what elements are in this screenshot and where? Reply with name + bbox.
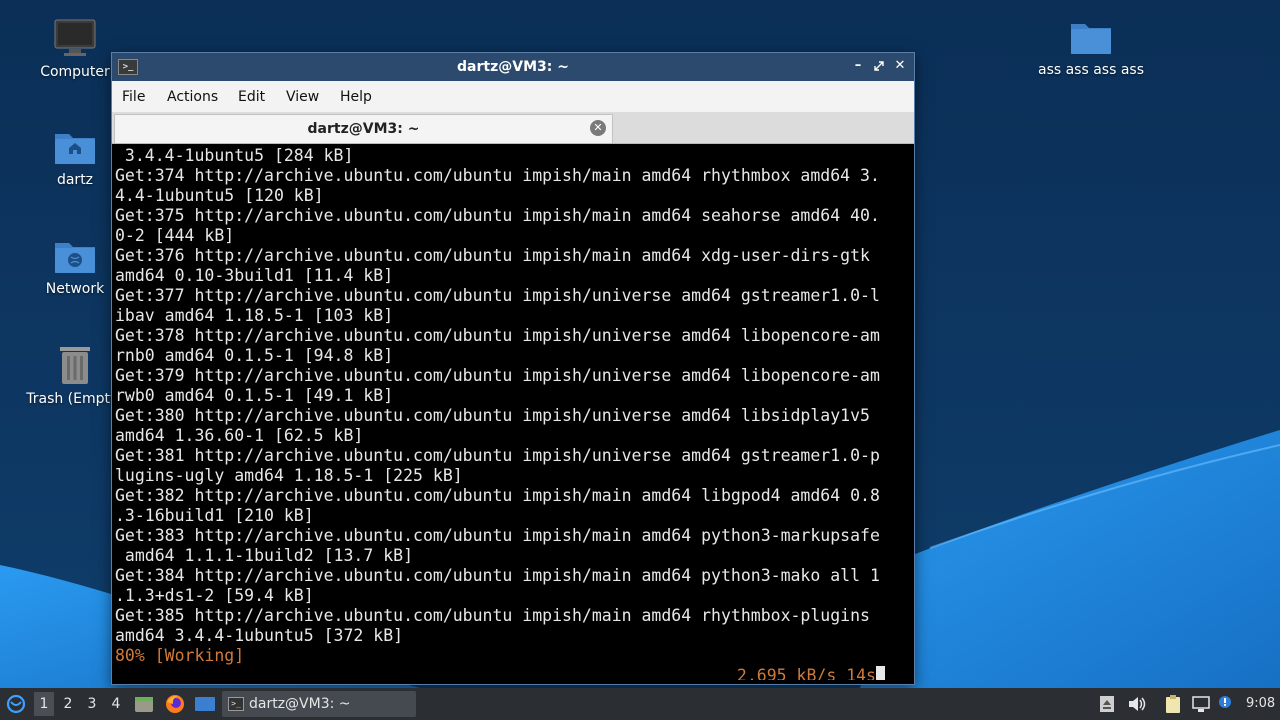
terminal-line: 4.4-1ubuntu5 [120 kB] xyxy=(115,186,324,205)
terminal-line: rnb0 amd64 0.1.5-1 [94.8 kB] xyxy=(115,346,394,365)
close-button[interactable]: ✕ xyxy=(892,58,908,74)
taskbar: 1 2 3 4 >_ dartz@VM3: ~ 9:08 xyxy=(0,688,1280,720)
terminal-line: Get:381 http://archive.ubuntu.com/ubuntu… xyxy=(115,446,880,465)
show-desktop-icon[interactable] xyxy=(194,694,216,714)
menu-view[interactable]: View xyxy=(286,89,319,105)
firefox-launcher-icon[interactable] xyxy=(164,693,186,715)
minimize-button[interactable]: – xyxy=(850,58,866,74)
terminal-line: Get:375 http://archive.ubuntu.com/ubuntu… xyxy=(115,206,880,225)
clock[interactable]: 9:08 xyxy=(1246,696,1275,711)
tab-label: dartz@VM3: ~ xyxy=(307,121,420,137)
clipboard-icon[interactable] xyxy=(1163,694,1183,714)
window-titlebar[interactable]: >_ dartz@VM3: ~ – ✕ xyxy=(112,53,914,81)
volume-icon[interactable] xyxy=(1127,694,1147,714)
terminal-line: amd64 3.4.4-1ubuntu5 [372 kB] xyxy=(115,626,404,645)
maximize-icon xyxy=(874,61,884,71)
terminal-line: Get:384 http://archive.ubuntu.com/ubuntu… xyxy=(115,566,880,585)
menu-file[interactable]: File xyxy=(122,89,145,105)
taskbar-task-label: dartz@VM3: ~ xyxy=(249,696,351,712)
taskbar-task-terminal[interactable]: >_ dartz@VM3: ~ xyxy=(222,691,416,717)
start-menu-icon[interactable] xyxy=(5,694,27,714)
folder-icon xyxy=(1071,24,1111,54)
terminal-line: .3-16build1 [210 kB] xyxy=(115,506,314,525)
network-folder-icon xyxy=(55,243,95,273)
progress-status: 80% [Working] xyxy=(115,646,245,665)
terminal-line: Get:378 http://archive.ubuntu.com/ubuntu… xyxy=(115,326,880,345)
tab-close-icon[interactable]: ✕ xyxy=(590,120,606,136)
terminal-line: Get:376 http://archive.ubuntu.com/ubuntu… xyxy=(115,246,870,265)
terminal-line: Get:382 http://archive.ubuntu.com/ubuntu… xyxy=(115,486,880,505)
transfer-rate-wrap: 2,695 kB/s 14s xyxy=(677,646,885,680)
terminal-line: lugins-ugly amd64 1.18.5-1 [225 kB] xyxy=(115,466,463,485)
desktop-icon-label: dartz xyxy=(56,172,94,188)
home-folder-icon xyxy=(55,134,95,164)
terminal-cursor xyxy=(876,666,885,680)
menu-bar: File Actions Edit View Help xyxy=(112,81,914,112)
eject-icon[interactable] xyxy=(1099,694,1115,714)
desktop-icon-folder[interactable]: ass ass ass ass xyxy=(1036,18,1146,78)
terminal-line: amd64 0.10-3build1 [11.4 kB] xyxy=(115,266,394,285)
terminal-line: rwb0 amd64 0.1.5-1 [49.1 kB] xyxy=(115,386,394,405)
window-title: dartz@VM3: ~ xyxy=(457,59,569,75)
desktop-icon-label: Computer xyxy=(40,64,110,80)
terminal-line: ibav amd64 1.18.5-1 [103 kB] xyxy=(115,306,394,325)
tab-terminal[interactable]: dartz@VM3: ~ ✕ xyxy=(114,114,613,143)
workspace-2[interactable]: 2 xyxy=(58,696,78,712)
file-manager-launcher-icon[interactable] xyxy=(134,694,154,714)
update-notification-icon[interactable] xyxy=(1216,694,1234,714)
terminal-line: 3.4.4-1ubuntu5 [284 kB] xyxy=(115,146,354,165)
desktop-icon-label: ass ass ass ass xyxy=(1037,62,1145,78)
terminal-window: >_ dartz@VM3: ~ – ✕ File Actions Edit Vi… xyxy=(111,52,915,685)
terminal-line: amd64 1.1.1-1build2 [13.7 kB] xyxy=(115,546,414,565)
transfer-rate: 2,695 kB/s 14s xyxy=(736,666,876,680)
maximize-button[interactable] xyxy=(871,58,887,74)
menu-help[interactable]: Help xyxy=(340,89,372,105)
menu-actions[interactable]: Actions xyxy=(167,89,218,105)
terminal-output[interactable]: 3.4.4-1ubuntu5 [284 kB] Get:374 http://a… xyxy=(113,144,911,680)
terminal-line: Get:383 http://archive.ubuntu.com/ubuntu… xyxy=(115,526,880,545)
trash-icon xyxy=(60,347,90,384)
desktop-icon-label: Network xyxy=(45,281,105,297)
terminal-line: .1.3+ds1-2 [59.4 kB] xyxy=(115,586,314,605)
menu-edit[interactable]: Edit xyxy=(238,89,265,105)
terminal-line: Get:380 http://archive.ubuntu.com/ubuntu… xyxy=(115,406,870,425)
desktop-icon-label: Trash (Empty) xyxy=(26,391,124,407)
workspace-1[interactable]: 1 xyxy=(34,692,54,716)
terminal-line: Get:377 http://archive.ubuntu.com/ubuntu… xyxy=(115,286,880,305)
terminal-line: Get:374 http://archive.ubuntu.com/ubuntu… xyxy=(115,166,880,185)
terminal-line: 0-2 [444 kB] xyxy=(115,226,235,245)
network-status-icon[interactable] xyxy=(1191,694,1211,714)
terminal-line: Get:379 http://archive.ubuntu.com/ubuntu… xyxy=(115,366,880,385)
terminal-line: Get:385 http://archive.ubuntu.com/ubuntu… xyxy=(115,606,870,625)
tab-bar: dartz@VM3: ~ ✕ xyxy=(112,112,914,144)
terminal-line: amd64 1.36.60-1 [62.5 kB] xyxy=(115,426,364,445)
terminal-icon: >_ xyxy=(228,697,244,711)
workspace-4[interactable]: 4 xyxy=(106,696,126,712)
workspace-3[interactable]: 3 xyxy=(82,696,102,712)
computer-icon xyxy=(54,19,96,56)
